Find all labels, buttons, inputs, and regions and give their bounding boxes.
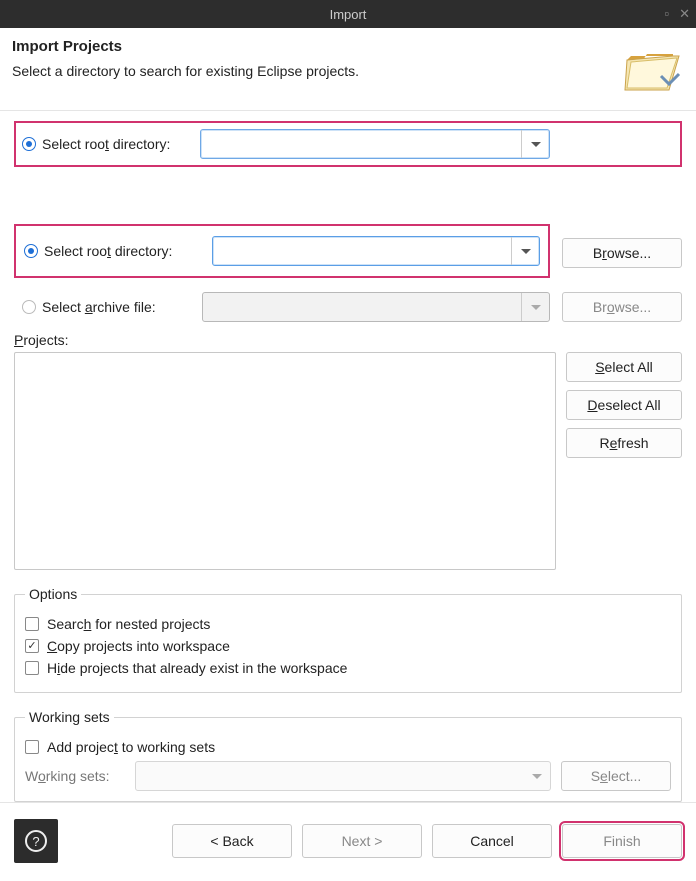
help-icon: ? <box>25 830 47 852</box>
finish-button: Finish <box>562 824 682 858</box>
cancel-button[interactable]: Cancel <box>432 824 552 858</box>
nested-projects-checkbox[interactable] <box>25 617 39 631</box>
window-title: Import <box>330 7 367 22</box>
wizard-footer: ? < Back Next > Cancel Finish <box>0 802 696 881</box>
next-button: Next > <box>302 824 422 858</box>
nested-projects-label: Search for nested projects <box>47 616 210 632</box>
archive-file-label: Select archive file: <box>42 299 156 315</box>
back-button[interactable]: < Back <box>172 824 292 858</box>
radio-unselected-icon <box>22 300 36 314</box>
working-sets-select-button: Select... <box>561 761 671 791</box>
hide-existing-label: Hide projects that already exist in the … <box>47 660 347 676</box>
working-sets-label: Working sets: <box>25 768 125 784</box>
root-directory-radio[interactable]: Select root directory: <box>24 243 200 259</box>
wizard-header: Import Projects Select a directory to se… <box>0 28 696 111</box>
folder-import-icon <box>620 38 684 102</box>
close-icon[interactable]: ✕ <box>679 6 690 22</box>
svg-text:?: ? <box>32 834 39 849</box>
root-directory-input[interactable] <box>213 237 511 265</box>
chevron-down-icon <box>532 774 542 779</box>
root-dir-highlight: Select root directory: <box>14 121 682 167</box>
root-directory-dropdown-button[interactable] <box>521 130 549 158</box>
working-sets-combo <box>135 761 551 791</box>
help-button[interactable]: ? <box>14 819 58 863</box>
archive-file-dropdown-button <box>521 293 549 321</box>
chevron-down-icon <box>521 249 531 254</box>
copy-projects-label: Copy projects into workspace <box>47 638 230 654</box>
archive-file-radio[interactable]: Select archive file: <box>14 299 190 315</box>
chevron-down-icon <box>531 142 541 147</box>
hide-existing-checkbox[interactable] <box>25 661 39 675</box>
options-group: Options Search for nested projects Copy … <box>14 586 682 693</box>
copy-projects-checkbox[interactable] <box>25 639 39 653</box>
root-directory-combo[interactable] <box>212 236 540 266</box>
browse-archive-button: Browse... <box>562 292 682 322</box>
page-description: Select a directory to search for existin… <box>12 63 620 79</box>
root-directory-label: Select root directory: <box>42 136 170 152</box>
browse-root-button[interactable]: Browse... <box>562 238 682 268</box>
deselect-all-button[interactable]: Deselect All <box>566 390 682 420</box>
root-directory-dropdown-button[interactable] <box>511 237 539 265</box>
select-all-button[interactable]: Select All <box>566 352 682 382</box>
archive-file-combo <box>202 292 550 322</box>
archive-file-input <box>203 293 521 321</box>
projects-list[interactable] <box>14 352 556 570</box>
root-directory-combo[interactable] <box>200 129 550 159</box>
working-sets-legend: Working sets <box>25 709 114 725</box>
chevron-down-icon <box>531 305 541 310</box>
maximize-icon[interactable]: ▫ <box>664 6 669 22</box>
titlebar: Import ▫ ✕ <box>0 0 696 28</box>
projects-label: Projects: <box>14 332 682 348</box>
radio-selected-icon <box>24 244 38 258</box>
root-directory-input[interactable] <box>201 130 521 158</box>
refresh-button[interactable]: Refresh <box>566 428 682 458</box>
radio-icon <box>22 137 36 151</box>
add-to-working-sets-label: Add project to working sets <box>47 739 215 755</box>
root-directory-radio[interactable]: Select root directory: <box>22 136 192 152</box>
page-title: Import Projects <box>12 38 620 55</box>
add-to-working-sets-checkbox[interactable] <box>25 740 39 754</box>
working-sets-group: Working sets Add project to working sets… <box>14 709 682 802</box>
root-directory-label: Select root directory: <box>44 243 172 259</box>
options-legend: Options <box>25 586 81 602</box>
